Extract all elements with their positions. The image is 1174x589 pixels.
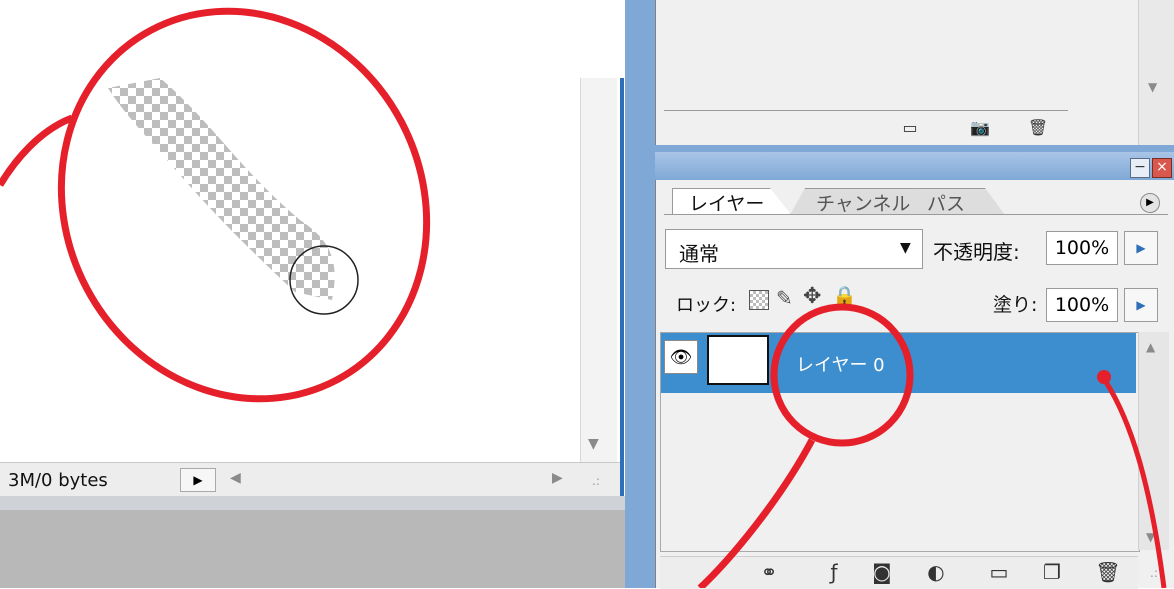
visibility-toggle[interactable]: 👁	[664, 340, 698, 374]
fill-input[interactable]: 100%	[1046, 288, 1118, 322]
scroll-left-icon[interactable]: ◀	[230, 470, 241, 486]
opacity-slider-button[interactable]: ▶	[1124, 231, 1158, 265]
fill-label: 塗り:	[993, 294, 1038, 316]
scroll-up-icon[interactable]: ▲	[1146, 340, 1155, 354]
document-vertical-scrollbar[interactable]	[580, 78, 617, 478]
lock-brush-icon[interactable]: ✎	[776, 286, 793, 310]
layer-thumbnail[interactable]	[707, 335, 769, 385]
eye-icon: 👁	[669, 346, 693, 368]
resize-grip-icon[interactable]: .:	[1150, 566, 1158, 580]
delete-layer-icon[interactable]: 🗑	[1094, 560, 1122, 584]
fill-slider-button[interactable]: ▶	[1124, 288, 1158, 322]
history-scrollbar[interactable]	[1138, 0, 1174, 145]
panel-menu-button[interactable]: ▶	[1140, 193, 1160, 213]
layer-name[interactable]: レイヤー 0	[796, 351, 885, 377]
lock-label: ロック:	[676, 295, 737, 316]
trash-icon[interactable]: 🗑	[1028, 118, 1048, 137]
scroll-down-icon[interactable]: ▼	[1146, 530, 1155, 544]
adjustment-layer-icon[interactable]: ◐	[922, 560, 950, 584]
history-divider	[664, 110, 1068, 111]
lock-transparent-icon[interactable]	[749, 290, 769, 310]
layers-list-scrollbar[interactable]	[1138, 332, 1169, 550]
scroll-down-icon[interactable]: ▼	[1148, 80, 1157, 94]
new-document-icon[interactable]: ▭	[900, 118, 920, 137]
new-group-icon[interactable]: ▭	[985, 560, 1013, 584]
resize-grip-icon[interactable]: .:	[592, 474, 600, 488]
blend-mode-value: 通常	[679, 242, 719, 266]
link-layers-icon[interactable]: ⚭	[755, 560, 783, 584]
opacity-label: 不透明度:	[933, 240, 1020, 264]
scroll-down-icon[interactable]: ▼	[588, 436, 599, 452]
camera-icon[interactable]: 📷	[970, 118, 990, 137]
tabs-divider	[664, 214, 1168, 215]
play-arrow-icon: ▶	[193, 473, 203, 487]
chevron-down-icon[interactable]: ▼	[900, 240, 911, 256]
opacity-input[interactable]: 100%	[1046, 231, 1118, 265]
layers-bottom-toolbar	[660, 556, 1138, 589]
status-menu-button[interactable]: ▶	[180, 468, 216, 492]
brush-stroke-graphic	[108, 78, 359, 315]
workspace-background	[0, 510, 625, 588]
transparent-stroke	[108, 78, 335, 300]
scroll-right-icon[interactable]: ▶	[552, 470, 563, 486]
layers-panel-titlebar[interactable]	[655, 152, 1174, 180]
layer-mask-icon[interactable]: ◙	[868, 560, 896, 584]
minimize-button[interactable]: −	[1130, 158, 1150, 178]
layer-style-icon[interactable]: ƒ	[820, 560, 848, 584]
new-layer-icon[interactable]: ❐	[1038, 560, 1066, 584]
document-window-bottom-edge	[0, 496, 625, 510]
lock-all-icon[interactable]: 🔒	[832, 284, 857, 308]
close-button[interactable]: ×	[1152, 158, 1172, 178]
document-window-border	[620, 78, 624, 510]
lock-move-icon[interactable]: ✥	[803, 284, 821, 309]
status-text: 3M/0 bytes	[8, 470, 108, 491]
